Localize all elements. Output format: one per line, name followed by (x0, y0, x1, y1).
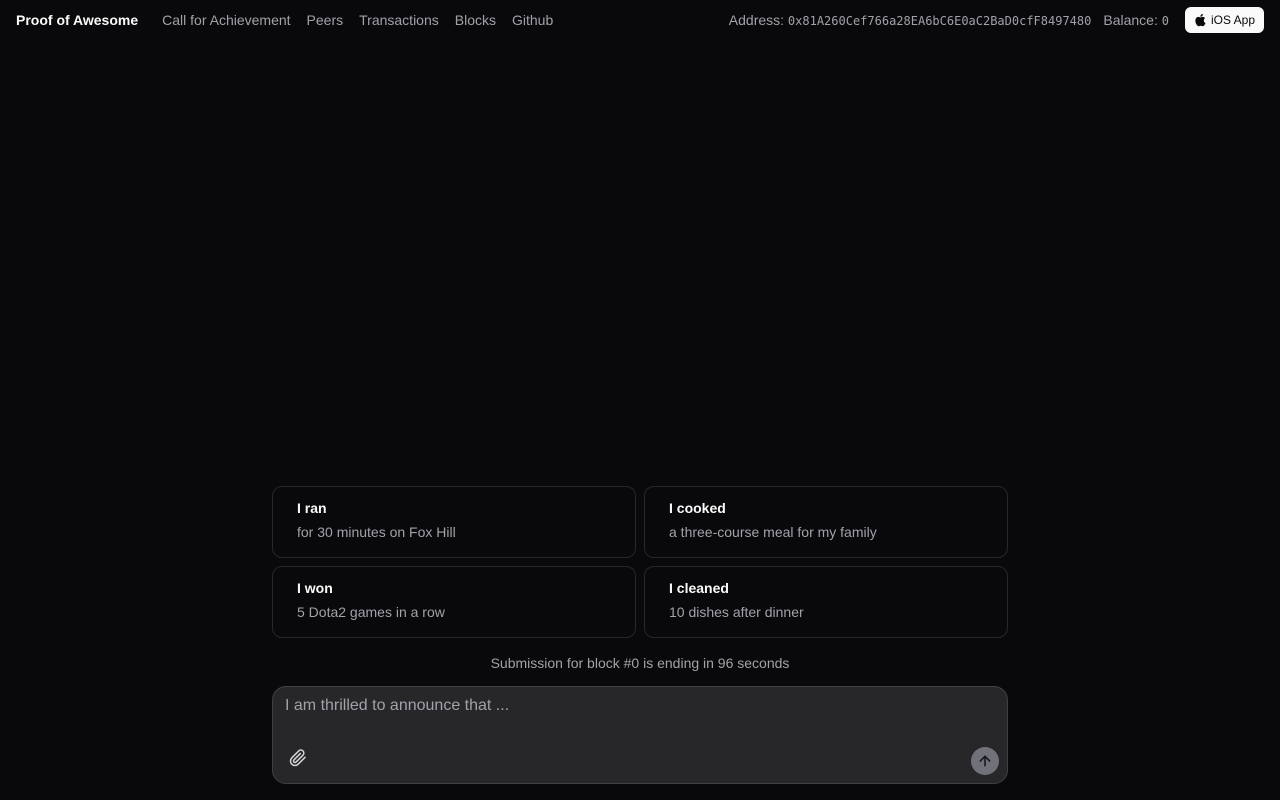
suggestion-grid: I ran for 30 minutes on Fox Hill I cooke… (272, 486, 1008, 638)
suggestion-card-cleaned[interactable]: I cleaned 10 dishes after dinner (644, 566, 1008, 638)
block-countdown-status: Submission for block #0 is ending in 96 … (490, 655, 790, 671)
suggestion-card-cooked[interactable]: I cooked a three-course meal for my fami… (644, 486, 1008, 558)
suggestion-title: I cleaned (669, 580, 729, 596)
nav-peers[interactable]: Peers (307, 12, 344, 28)
attach-button[interactable] (287, 747, 309, 769)
address-value: 0x81A260Cef766a28EA6bC6E0aC2BaD0cfF84974… (787, 14, 1092, 28)
account-info: Address: 0x81A260Cef766a28EA6bC6E0aC2BaD… (729, 7, 1264, 33)
suggestion-title: I ran (297, 500, 327, 516)
address-display: Address: 0x81A260Cef766a28EA6bC6E0aC2BaD… (729, 12, 1092, 28)
balance-label: Balance: (1103, 12, 1158, 28)
main-nav: Call for Achievement Peers Transactions … (162, 12, 553, 28)
suggestion-subtitle: for 30 minutes on Fox Hill (297, 524, 456, 540)
balance-value: 0 (1161, 14, 1169, 28)
suggestion-title: I cooked (669, 500, 726, 516)
balance-display: Balance: 0 (1103, 12, 1169, 28)
suggestion-title: I won (297, 580, 333, 596)
paperclip-icon (289, 749, 306, 767)
apple-icon (1194, 13, 1206, 27)
achievement-composer (272, 686, 1008, 784)
nav-transactions[interactable]: Transactions (359, 12, 439, 28)
suggestion-card-ran[interactable]: I ran for 30 minutes on Fox Hill (272, 486, 636, 558)
suggestion-card-won[interactable]: I won 5 Dota2 games in a row (272, 566, 636, 638)
ios-app-button[interactable]: iOS App (1184, 7, 1264, 33)
suggestion-subtitle: a three-course meal for my family (669, 524, 877, 540)
address-label: Address: (728, 12, 785, 28)
nav-blocks[interactable]: Blocks (455, 12, 496, 28)
arrow-up-icon (979, 755, 991, 767)
app-root: Proof of Awesome Call for Achievement Pe… (0, 0, 1280, 800)
brand-logo-text[interactable]: Proof of Awesome (16, 12, 138, 28)
send-button[interactable] (971, 747, 999, 775)
ios-app-label: iOS App (1210, 13, 1255, 27)
suggestion-subtitle: 10 dishes after dinner (669, 604, 804, 620)
nav-github[interactable]: Github (512, 12, 553, 28)
nav-call-for-achievement[interactable]: Call for Achievement (162, 12, 290, 28)
suggestion-subtitle: 5 Dota2 games in a row (297, 604, 445, 620)
top-navbar: Proof of Awesome Call for Achievement Pe… (0, 0, 1280, 40)
achievement-input[interactable] (285, 697, 995, 737)
